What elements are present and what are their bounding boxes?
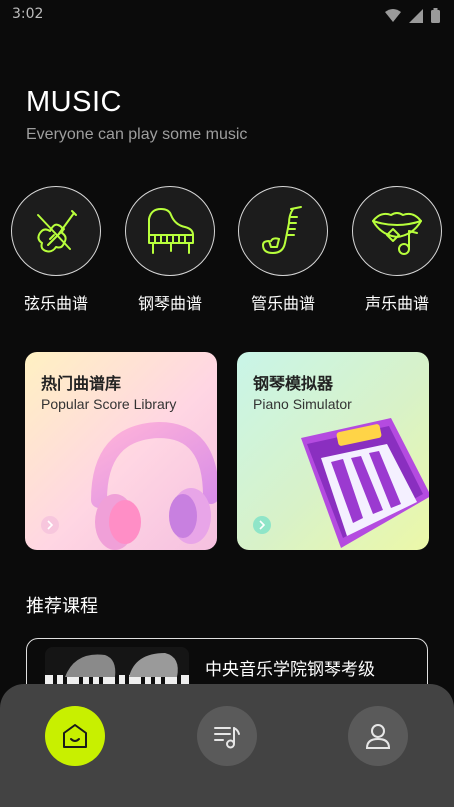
category-strings-label: 弦乐曲谱 bbox=[23, 294, 88, 313]
lips-music-icon bbox=[372, 212, 422, 255]
wifi-icon bbox=[385, 8, 401, 22]
battery-icon bbox=[431, 8, 440, 23]
score-library-title: 热门曲谱库 bbox=[41, 374, 122, 393]
category-winds-label: 管乐曲谱 bbox=[250, 294, 315, 313]
violin-icon bbox=[37, 210, 77, 253]
signal-icon bbox=[409, 8, 423, 23]
status-time: 3:02 bbox=[12, 6, 44, 22]
category-vocal[interactable]: 声乐曲谱 bbox=[347, 186, 447, 314]
category-piano-label: 钢琴曲谱 bbox=[137, 294, 202, 313]
course-title: 中央音乐学院钢琴考级 bbox=[205, 660, 375, 680]
bottom-tab-bar bbox=[0, 684, 454, 807]
score-library-card[interactable]: 热门曲谱库 Popular Score Library bbox=[25, 352, 217, 550]
category-vocal-label: 声乐曲谱 bbox=[364, 294, 429, 313]
tab-scores[interactable] bbox=[197, 706, 257, 766]
score-library-arrow[interactable] bbox=[41, 516, 59, 534]
category-strings[interactable]: 弦乐曲谱 bbox=[6, 186, 106, 314]
page-subtitle: Everyone can play some music bbox=[26, 126, 248, 143]
category-winds-circle[interactable] bbox=[238, 186, 328, 276]
category-row: 弦乐曲谱 钢琴曲谱 管乐曲谱 声乐曲谱 bbox=[0, 186, 454, 316]
page-title: MUSIC bbox=[26, 86, 122, 118]
status-icons bbox=[385, 8, 440, 23]
category-piano-circle[interactable] bbox=[125, 186, 215, 276]
category-piano[interactable]: 钢琴曲谱 bbox=[120, 186, 220, 314]
piano-simulator-subtitle: Piano Simulator bbox=[253, 396, 352, 412]
category-strings-circle[interactable] bbox=[11, 186, 101, 276]
piano-simulator-card[interactable]: 钢琴模拟器 Piano Simulator bbox=[237, 352, 429, 550]
piano-simulator-title: 钢琴模拟器 bbox=[253, 374, 334, 393]
headphones-icon bbox=[91, 421, 217, 550]
category-vocal-circle[interactable] bbox=[352, 186, 442, 276]
home-icon bbox=[63, 724, 87, 748]
recommend-section-title: 推荐课程 bbox=[26, 596, 98, 617]
tab-profile[interactable] bbox=[348, 706, 408, 766]
category-winds[interactable]: 管乐曲谱 bbox=[233, 186, 333, 314]
playlist-music-icon bbox=[214, 727, 240, 749]
chevron-right-icon bbox=[47, 520, 54, 530]
chevron-right-icon bbox=[259, 520, 266, 530]
keyboard-icon bbox=[301, 418, 429, 548]
saxophone-icon bbox=[262, 206, 302, 254]
status-bar: 3:02 bbox=[0, 0, 454, 32]
piano-simulator-arrow[interactable] bbox=[253, 516, 271, 534]
user-icon bbox=[365, 724, 391, 749]
tab-home[interactable] bbox=[45, 706, 105, 766]
grand-piano-icon bbox=[148, 208, 194, 254]
score-library-subtitle: Popular Score Library bbox=[41, 396, 177, 412]
